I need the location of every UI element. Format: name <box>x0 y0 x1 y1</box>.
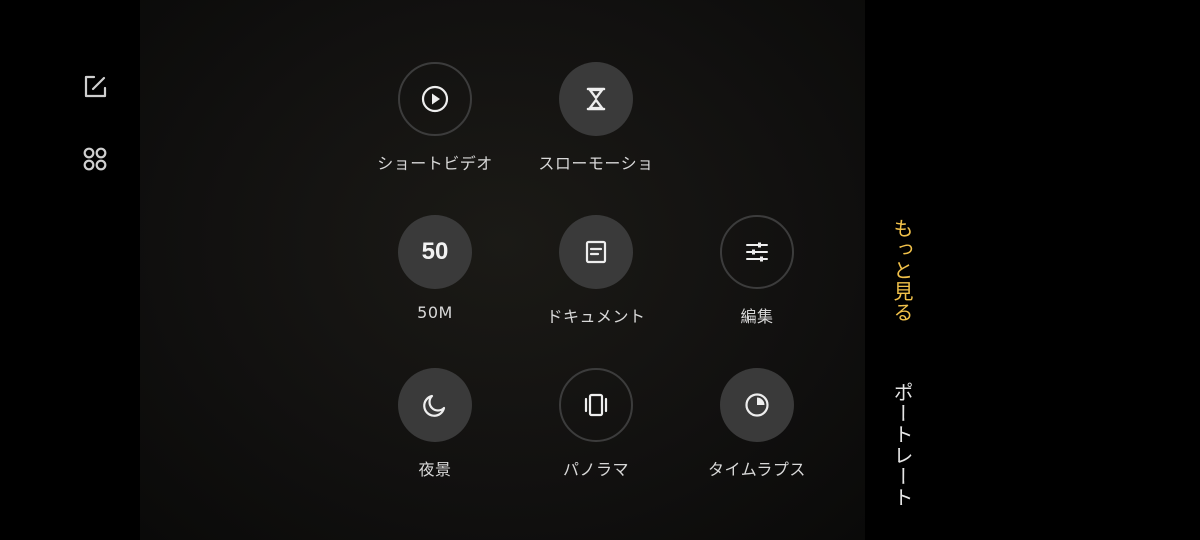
mode-short-video-button[interactable] <box>398 62 472 136</box>
mode-label: スローモーショ <box>538 154 654 173</box>
panorama-icon <box>584 393 608 417</box>
play-circle-icon <box>421 85 449 113</box>
mode-label: 夜景 <box>418 460 452 479</box>
mode-50m-button[interactable]: 50 <box>398 215 472 289</box>
mode-label: タイムラプス <box>708 460 806 479</box>
moon-icon <box>423 394 446 417</box>
mode-label: ショートビデオ <box>377 154 493 173</box>
edit-square-icon[interactable] <box>80 72 110 102</box>
hourglass-icon <box>586 87 606 111</box>
mode-label: パノラマ <box>562 460 629 479</box>
mode-document[interactable]: ドキュメント <box>526 215 666 345</box>
mode-edit[interactable]: 編集 <box>687 215 827 345</box>
mode-night-button[interactable] <box>398 368 472 442</box>
mode-timelapse[interactable]: タイムラプス <box>687 368 827 498</box>
mode-short-video[interactable]: ショートビデオ <box>365 62 505 192</box>
mode-label: 編集 <box>740 307 774 326</box>
mode-label: ドキュメント <box>546 307 646 326</box>
mode-50m[interactable]: 50 50M <box>365 215 505 345</box>
mode-slow-motion[interactable]: スローモーショ <box>526 62 666 192</box>
mode-panorama-button[interactable] <box>559 368 633 442</box>
mode-timelapse-button[interactable] <box>720 368 794 442</box>
apps-grid-icon[interactable] <box>80 144 110 174</box>
mode-night[interactable]: 夜景 <box>365 368 505 498</box>
mode-panorama[interactable]: パノラマ <box>526 368 666 498</box>
document-icon <box>585 240 607 264</box>
mode-document-button[interactable] <box>559 215 633 289</box>
mode-label: 50M <box>417 303 453 322</box>
timer-pie-icon <box>745 393 769 417</box>
mode-slow-motion-button[interactable] <box>559 62 633 136</box>
tab-portrait[interactable]: ポートレート <box>888 382 917 508</box>
camera-more-modes-screen: ショートビデオ スローモーショ 50 50M ドキュメント 編集 夜景 パノラマ… <box>0 0 1200 540</box>
sliders-icon <box>746 242 768 262</box>
50m-badge: 50 <box>421 238 449 265</box>
tab-more[interactable]: もっと見る <box>888 218 917 323</box>
mode-edit-button[interactable] <box>720 215 794 289</box>
